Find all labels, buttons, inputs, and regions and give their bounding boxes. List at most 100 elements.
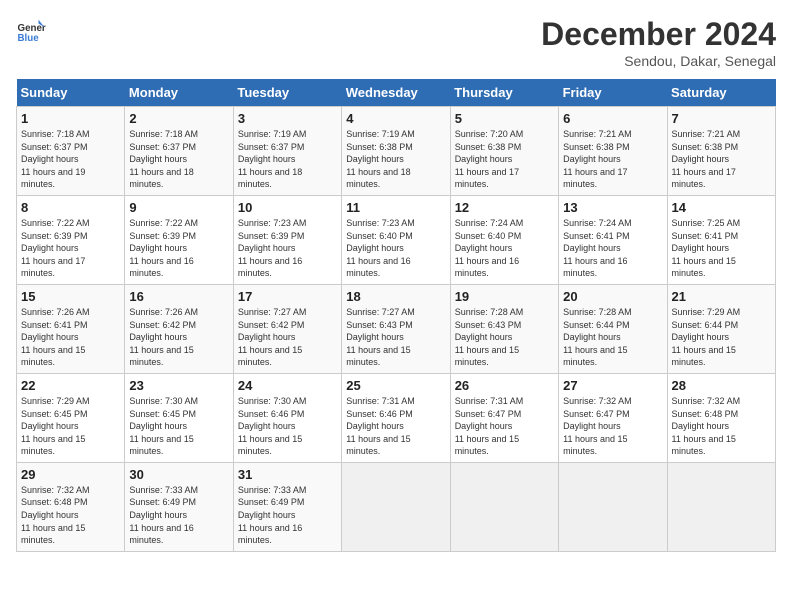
calendar-day-cell: 12Sunrise: 7:24 AMSunset: 6:40 PMDayligh… bbox=[450, 195, 558, 284]
calendar-day-cell: 28 Sunrise: 7:32 AMSunset: 6:48 PMDayligh… bbox=[667, 373, 775, 462]
day-number: 7 bbox=[672, 111, 771, 126]
day-info: Sunrise: 7:33 AMSunset: 6:49 PMDaylight … bbox=[238, 484, 337, 547]
calendar-day-cell: 23 Sunrise: 7:30 AMSunset: 6:45 PMDayligh… bbox=[125, 373, 233, 462]
day-info: Sunrise: 7:28 AMSunset: 6:43 PMDaylight … bbox=[455, 306, 554, 369]
day-info: Sunrise: 7:21 AMSunset: 6:38 PMDaylight … bbox=[672, 128, 771, 191]
weekday-header-cell: Monday bbox=[125, 79, 233, 107]
calendar-table: SundayMondayTuesdayWednesdayThursdayFrid… bbox=[16, 79, 776, 552]
day-number: 22 bbox=[21, 378, 120, 393]
calendar-day-cell: 7 Sunrise: 7:21 AMSunset: 6:38 PMDaylight… bbox=[667, 107, 775, 196]
location-subtitle: Sendou, Dakar, Senegal bbox=[541, 53, 776, 69]
day-info: Sunrise: 7:29 AMSunset: 6:44 PMDaylight … bbox=[672, 306, 771, 369]
day-number: 10 bbox=[238, 200, 337, 215]
calendar-day-cell: 24Sunrise: 7:30 AMSunset: 6:46 PMDayligh… bbox=[233, 373, 341, 462]
calendar-week-row: 8Sunrise: 7:22 AMSunset: 6:39 PMDaylight… bbox=[17, 195, 776, 284]
calendar-day-cell bbox=[450, 462, 558, 551]
day-number: 19 bbox=[455, 289, 554, 304]
day-number: 31 bbox=[238, 467, 337, 482]
day-info: Sunrise: 7:27 AMSunset: 6:43 PMDaylight … bbox=[346, 306, 445, 369]
day-number: 2 bbox=[129, 111, 228, 126]
weekday-header-cell: Friday bbox=[559, 79, 667, 107]
day-number: 17 bbox=[238, 289, 337, 304]
day-info: Sunrise: 7:19 AMSunset: 6:37 PMDaylight … bbox=[238, 128, 337, 191]
day-info: Sunrise: 7:28 AMSunset: 6:44 PMDaylight … bbox=[563, 306, 662, 369]
day-number: 11 bbox=[346, 200, 445, 215]
day-number: 26 bbox=[455, 378, 554, 393]
calendar-day-cell: 29Sunrise: 7:32 AMSunset: 6:48 PMDayligh… bbox=[17, 462, 125, 551]
day-number: 6 bbox=[563, 111, 662, 126]
calendar-day-cell: 31 Sunrise: 7:33 AMSunset: 6:49 PMDayligh… bbox=[233, 462, 341, 551]
day-info: Sunrise: 7:20 AMSunset: 6:38 PMDaylight … bbox=[455, 128, 554, 191]
day-info: Sunrise: 7:18 AMSunset: 6:37 PMDaylight … bbox=[21, 128, 120, 191]
svg-text:Blue: Blue bbox=[18, 33, 40, 44]
day-info: Sunrise: 7:31 AMSunset: 6:47 PMDaylight … bbox=[455, 395, 554, 458]
day-info: Sunrise: 7:24 AMSunset: 6:40 PMDaylight … bbox=[455, 217, 554, 280]
logo: General Blue bbox=[16, 16, 46, 46]
day-number: 29 bbox=[21, 467, 120, 482]
day-number: 18 bbox=[346, 289, 445, 304]
calendar-day-cell: 9 Sunrise: 7:22 AMSunset: 6:39 PMDaylight… bbox=[125, 195, 233, 284]
calendar-day-cell: 25Sunrise: 7:31 AMSunset: 6:46 PMDayligh… bbox=[342, 373, 450, 462]
calendar-day-cell: 8Sunrise: 7:22 AMSunset: 6:39 PMDaylight… bbox=[17, 195, 125, 284]
calendar-day-cell: 21 Sunrise: 7:29 AMSunset: 6:44 PMDayligh… bbox=[667, 284, 775, 373]
calendar-day-cell: 1 Sunrise: 7:18 AMSunset: 6:37 PMDaylight… bbox=[17, 107, 125, 196]
day-number: 9 bbox=[129, 200, 228, 215]
day-number: 14 bbox=[672, 200, 771, 215]
day-info: Sunrise: 7:32 AMSunset: 6:48 PMDaylight … bbox=[672, 395, 771, 458]
day-info: Sunrise: 7:33 AMSunset: 6:49 PMDaylight … bbox=[129, 484, 228, 547]
calendar-day-cell: 14 Sunrise: 7:25 AMSunset: 6:41 PMDayligh… bbox=[667, 195, 775, 284]
day-info: Sunrise: 7:23 AMSunset: 6:39 PMDaylight … bbox=[238, 217, 337, 280]
calendar-day-cell bbox=[667, 462, 775, 551]
day-number: 16 bbox=[129, 289, 228, 304]
day-number: 15 bbox=[21, 289, 120, 304]
day-info: Sunrise: 7:22 AMSunset: 6:39 PMDaylight … bbox=[129, 217, 228, 280]
day-number: 21 bbox=[672, 289, 771, 304]
calendar-day-cell: 17 Sunrise: 7:27 AMSunset: 6:42 PMDayligh… bbox=[233, 284, 341, 373]
day-number: 4 bbox=[346, 111, 445, 126]
calendar-day-cell: 19 Sunrise: 7:28 AMSunset: 6:43 PMDayligh… bbox=[450, 284, 558, 373]
day-info: Sunrise: 7:18 AMSunset: 6:37 PMDaylight … bbox=[129, 128, 228, 191]
weekday-header-cell: Tuesday bbox=[233, 79, 341, 107]
day-number: 3 bbox=[238, 111, 337, 126]
day-number: 5 bbox=[455, 111, 554, 126]
calendar-body: 1 Sunrise: 7:18 AMSunset: 6:37 PMDaylight… bbox=[17, 107, 776, 552]
weekday-header-cell: Saturday bbox=[667, 79, 775, 107]
day-info: Sunrise: 7:19 AMSunset: 6:38 PMDaylight … bbox=[346, 128, 445, 191]
calendar-day-cell: 2 Sunrise: 7:18 AMSunset: 6:37 PMDaylight… bbox=[125, 107, 233, 196]
calendar-day-cell: 4 Sunrise: 7:19 AMSunset: 6:38 PMDaylight… bbox=[342, 107, 450, 196]
calendar-week-row: 15 Sunrise: 7:26 AMSunset: 6:41 PMDayligh… bbox=[17, 284, 776, 373]
day-number: 27 bbox=[563, 378, 662, 393]
day-info: Sunrise: 7:25 AMSunset: 6:41 PMDaylight … bbox=[672, 217, 771, 280]
page-header: General Blue December 2024 Sendou, Dakar… bbox=[16, 16, 776, 69]
day-info: Sunrise: 7:23 AMSunset: 6:40 PMDaylight … bbox=[346, 217, 445, 280]
day-info: Sunrise: 7:32 AMSunset: 6:47 PMDaylight … bbox=[563, 395, 662, 458]
weekday-header-row: SundayMondayTuesdayWednesdayThursdayFrid… bbox=[17, 79, 776, 107]
calendar-day-cell: 16 Sunrise: 7:26 AMSunset: 6:42 PMDayligh… bbox=[125, 284, 233, 373]
title-area: December 2024 Sendou, Dakar, Senegal bbox=[541, 16, 776, 69]
weekday-header-cell: Wednesday bbox=[342, 79, 450, 107]
calendar-day-cell: 5 Sunrise: 7:20 AMSunset: 6:38 PMDaylight… bbox=[450, 107, 558, 196]
day-info: Sunrise: 7:29 AMSunset: 6:45 PMDaylight … bbox=[21, 395, 120, 458]
logo-icon: General Blue bbox=[16, 16, 46, 46]
day-number: 30 bbox=[129, 467, 228, 482]
day-info: Sunrise: 7:21 AMSunset: 6:38 PMDaylight … bbox=[563, 128, 662, 191]
day-info: Sunrise: 7:26 AMSunset: 6:42 PMDaylight … bbox=[129, 306, 228, 369]
calendar-week-row: 29Sunrise: 7:32 AMSunset: 6:48 PMDayligh… bbox=[17, 462, 776, 551]
calendar-day-cell: 3 Sunrise: 7:19 AMSunset: 6:37 PMDaylight… bbox=[233, 107, 341, 196]
day-number: 28 bbox=[672, 378, 771, 393]
weekday-header-cell: Thursday bbox=[450, 79, 558, 107]
day-number: 1 bbox=[21, 111, 120, 126]
calendar-day-cell: 18 Sunrise: 7:27 AMSunset: 6:43 PMDayligh… bbox=[342, 284, 450, 373]
calendar-day-cell: 26 Sunrise: 7:31 AMSunset: 6:47 PMDayligh… bbox=[450, 373, 558, 462]
calendar-day-cell: 20Sunrise: 7:28 AMSunset: 6:44 PMDayligh… bbox=[559, 284, 667, 373]
day-number: 23 bbox=[129, 378, 228, 393]
day-info: Sunrise: 7:27 AMSunset: 6:42 PMDaylight … bbox=[238, 306, 337, 369]
calendar-day-cell bbox=[342, 462, 450, 551]
month-year-title: December 2024 bbox=[541, 16, 776, 53]
calendar-day-cell bbox=[559, 462, 667, 551]
weekday-header-cell: Sunday bbox=[17, 79, 125, 107]
day-info: Sunrise: 7:26 AMSunset: 6:41 PMDaylight … bbox=[21, 306, 120, 369]
day-info: Sunrise: 7:30 AMSunset: 6:45 PMDaylight … bbox=[129, 395, 228, 458]
day-number: 13 bbox=[563, 200, 662, 215]
calendar-day-cell: 22 Sunrise: 7:29 AMSunset: 6:45 PMDayligh… bbox=[17, 373, 125, 462]
